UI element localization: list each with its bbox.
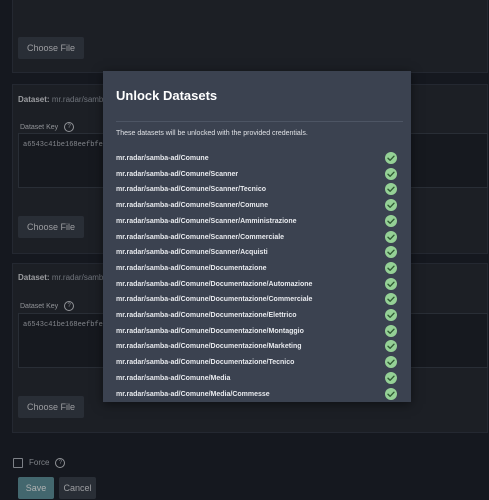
dataset-list-item: mr.radar/samba-ad/Comune/Documentazione/… [116, 293, 398, 307]
dataset-path: mr.radar/samba-ad/Comune [116, 155, 209, 162]
dataset-list-item: mr.radar/samba-ad/Comune/Documentazione/… [116, 356, 398, 370]
dataset-path: mr.radar/samba-ad/Comune/Media/Commesse [116, 390, 270, 398]
dataset-list-item: mr.radar/samba-ad/Comune/Scanner/Amminis… [116, 214, 398, 229]
dataset-path: mr.radar/samba-ad/Comune/Documentazione/… [116, 280, 313, 288]
dataset-list-item: mr.radar/samba-ad/Comune/Documentazione/… [116, 324, 398, 339]
check-circle-icon [385, 324, 397, 337]
dataset-list-item: mr.radar/samba-ad/Comune/Media [116, 371, 398, 386]
dataset-path: mr.radar/samba-ad/Comune/Scanner/Comune [116, 202, 269, 210]
unlock-datasets-dialog: Unlock Datasets These datasets will be u… [103, 71, 411, 402]
dialog-divider [116, 121, 403, 122]
check-circle-icon [385, 214, 397, 227]
check-circle-icon [385, 340, 397, 353]
dataset-path: mr.radar/samba-ad/Comune/Scanner/Tecnico [116, 186, 267, 194]
dataset-path: mr.radar/samba-ad/Comune/Documentazione/… [116, 312, 297, 319]
dialog-description: These datasets will be unlocked with the… [116, 130, 308, 137]
check-circle-icon [385, 183, 397, 196]
check-circle-icon [385, 199, 397, 212]
check-circle-icon [385, 230, 397, 243]
dataset-list-item: mr.radar/samba-ad/Comune/Scanner/Tecnico [116, 183, 398, 197]
dataset-list-item: mr.radar/samba-ad/Comune/Documentazione/… [116, 340, 398, 354]
dialog-title: Unlock Datasets [116, 88, 218, 103]
dataset-path: mr.radar/samba-ad/Comune/Documentazione/… [116, 296, 313, 304]
dataset-list-item: mr.radar/samba-ad/Comune/Scanner [116, 167, 398, 182]
check-circle-icon [385, 356, 397, 369]
dataset-path: mr.radar/samba-ad/Comune/Documentazione [116, 264, 267, 272]
dataset-path: mr.radar/samba-ad/Comune/Documentazione/… [116, 327, 304, 335]
dataset-list-item: mr.radar/samba-ad/Comune/Scanner/Acquist… [116, 246, 398, 260]
check-circle-icon [385, 277, 397, 290]
dataset-path: mr.radar/samba-ad/Comune/Scanner/Commerc… [116, 233, 285, 241]
dataset-list-item: mr.radar/samba-ad/Comune/Scanner/Commerc… [116, 230, 398, 245]
check-circle-icon [385, 152, 397, 164]
dataset-path: mr.radar/samba-ad/Comune/Documentazione/… [116, 343, 302, 351]
dataset-list-item: mr.radar/samba-ad/Comune/Media/Commesse [116, 387, 398, 402]
check-circle-icon [385, 387, 397, 400]
dataset-list-item: mr.radar/samba-ad/Comune/Documentazione/… [116, 309, 398, 323]
check-circle-icon [385, 371, 397, 384]
dataset-list-item: mr.radar/samba-ad/Comune [116, 152, 398, 166]
check-circle-icon [385, 261, 397, 274]
check-circle-icon [385, 293, 397, 306]
check-circle-icon [385, 246, 397, 259]
dataset-list-item: mr.radar/samba-ad/Comune/Documentazione [116, 261, 398, 276]
dataset-path: mr.radar/samba-ad/Comune/Documentazione/… [116, 359, 295, 367]
check-circle-icon [385, 309, 397, 321]
dataset-path: mr.radar/samba-ad/Comune/Scanner [116, 170, 239, 178]
dataset-path: mr.radar/samba-ad/Comune/Scanner/Acquist… [116, 249, 268, 257]
check-circle-icon [385, 167, 397, 180]
dataset-list-item: mr.radar/samba-ad/Comune/Scanner/Comune [116, 199, 398, 213]
dataset-path: mr.radar/samba-ad/Comune/Scanner/Amminis… [116, 217, 297, 225]
dataset-list-item: mr.radar/samba-ad/Comune/Documentazione/… [116, 277, 398, 292]
dataset-path: mr.radar/samba-ad/Comune/Media [116, 374, 231, 382]
